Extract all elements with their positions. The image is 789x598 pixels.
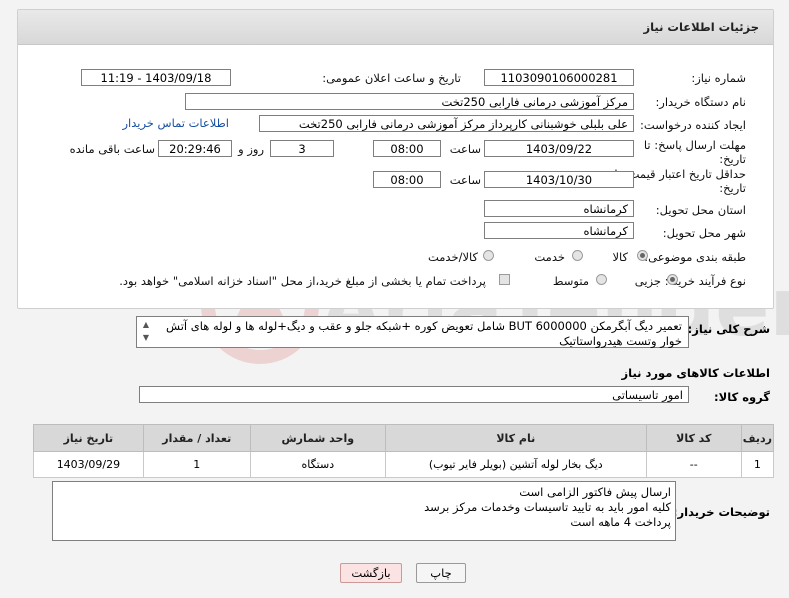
days-label: روز و (238, 142, 264, 156)
province-label: استان محل تحویل: (655, 203, 746, 217)
buyer-field: مرکز آموزشی درمانی فارابی 250تخت (185, 93, 634, 110)
cell-unit: دستگاه (249, 451, 386, 478)
col-name: نام کالا (384, 424, 647, 452)
validity-time-field: 08:00 (373, 171, 441, 188)
deadline-time-field: 08:00 (373, 140, 441, 157)
description-scrollbar[interactable]: ▲ ▼ (139, 318, 153, 346)
category-label: طبقه بندی موضوعی: (644, 250, 746, 264)
creator-field: علی بلبلی خوشبنانی کارپرداز مرکز آموزشی … (259, 115, 634, 132)
deadline-date-field: 1403/09/22 (484, 140, 634, 157)
purchase-radio-minor[interactable] (667, 274, 678, 285)
remaining-label: ساعت باقی مانده (69, 142, 155, 156)
province-field: کرمانشاه (484, 200, 634, 217)
city-label: شهر محل تحویل: (662, 226, 746, 240)
page-title: جزئیات اطلاعات نیاز (643, 20, 759, 34)
cell-qty: 1 (142, 451, 251, 478)
purchase-option-medium: متوسط (552, 274, 589, 288)
treasury-payment-checkbox[interactable] (499, 274, 510, 285)
category-option-goods: کالا (612, 250, 628, 264)
category-radio-service[interactable] (572, 250, 583, 261)
category-radio-goods[interactable] (637, 250, 648, 261)
remaining-time-field: 20:29:46 (158, 140, 232, 157)
col-qty: تعداد / مقدار (142, 424, 251, 452)
back-button[interactable]: بازگشت (340, 563, 402, 583)
col-unit: واحد شمارش (249, 424, 386, 452)
need-number-field: 1103090106000281 (484, 69, 634, 86)
col-row: ردیف (740, 424, 775, 452)
cell-row: 1 (740, 451, 775, 478)
goods-table: ردیف کد کالا نام کالا واحد شمارش تعداد /… (33, 424, 775, 478)
city-field: کرمانشاه (484, 222, 634, 239)
treasury-payment-note: پرداخت تمام یا بخشی از مبلغ خرید،از محل … (119, 274, 486, 288)
buyer-notes-box[interactable]: ارسال پیش فاکتور الزامی است کلیه امور با… (52, 481, 676, 541)
need-number-label: شماره نیاز: (691, 71, 746, 85)
buyer-notes-line-1: ارسال پیش فاکتور الزامی است (519, 485, 671, 499)
table-header-row: ردیف کد کالا نام کالا واحد شمارش تعداد /… (33, 424, 775, 452)
cell-code: -- (645, 451, 742, 478)
purchase-radio-medium[interactable] (596, 274, 607, 285)
buyer-notes-line-3: پرداخت 4 ماهه است (570, 515, 671, 529)
days-field: 3 (270, 140, 334, 157)
goods-group-label: گروه کالا: (714, 390, 770, 404)
goods-group-field: امور تاسیساتی (139, 386, 689, 403)
deadline-label: مهلت ارسال پاسخ: تا تاریخ: (643, 138, 746, 166)
announce-label: تاریخ و ساعت اعلان عمومی: (322, 71, 461, 85)
category-radio-goods-service[interactable] (483, 250, 494, 261)
description-box[interactable]: تعمیر دیگ آبگرمکن BUT 6000000 شامل تعویض… (136, 316, 689, 348)
category-option-service: خدمت (534, 250, 565, 264)
contact-buyer-link[interactable]: اطلاعات تماس خریدار (122, 116, 229, 130)
buyer-notes-line-2: کلیه امور باید به تایید تاسیسات وخدمات م… (424, 500, 671, 514)
validity-time-label: ساعت (449, 173, 481, 187)
announce-field: 1403/09/18 - 11:19 (81, 69, 231, 86)
buyer-label: نام دستگاه خریدار: (655, 95, 746, 109)
col-code: کد کالا (645, 424, 742, 452)
validity-date-field: 1403/10/30 (484, 171, 634, 188)
table-row: 1 -- دیگ بخار لوله آتشین (بویلر فایر تیو… (33, 451, 775, 478)
panel-header: جزئیات اطلاعات نیاز (18, 10, 773, 45)
description-text: تعمیر دیگ آبگرمکن BUT 6000000 شامل تعویض… (166, 319, 682, 348)
description-label: شرح کلی نیاز: (687, 322, 770, 336)
creator-label: ایجاد کننده درخواست: (640, 118, 746, 132)
goods-section-title: اطلاعات کالاهای مورد نیاز (621, 366, 770, 380)
buyer-notes-label: توضیحات خریدار: (672, 505, 770, 519)
cell-date: 1403/09/29 (33, 451, 144, 478)
cell-name: دیگ بخار لوله آتشین (بویلر فایر تیوب) (384, 451, 647, 478)
col-date: تاریخ نیاز (33, 424, 144, 452)
print-button[interactable]: چاپ (416, 563, 466, 583)
purchase-option-minor: جزیی (634, 274, 661, 288)
deadline-time-label: ساعت (449, 142, 481, 156)
category-option-goods-service: کالا/خدمت (427, 250, 478, 264)
